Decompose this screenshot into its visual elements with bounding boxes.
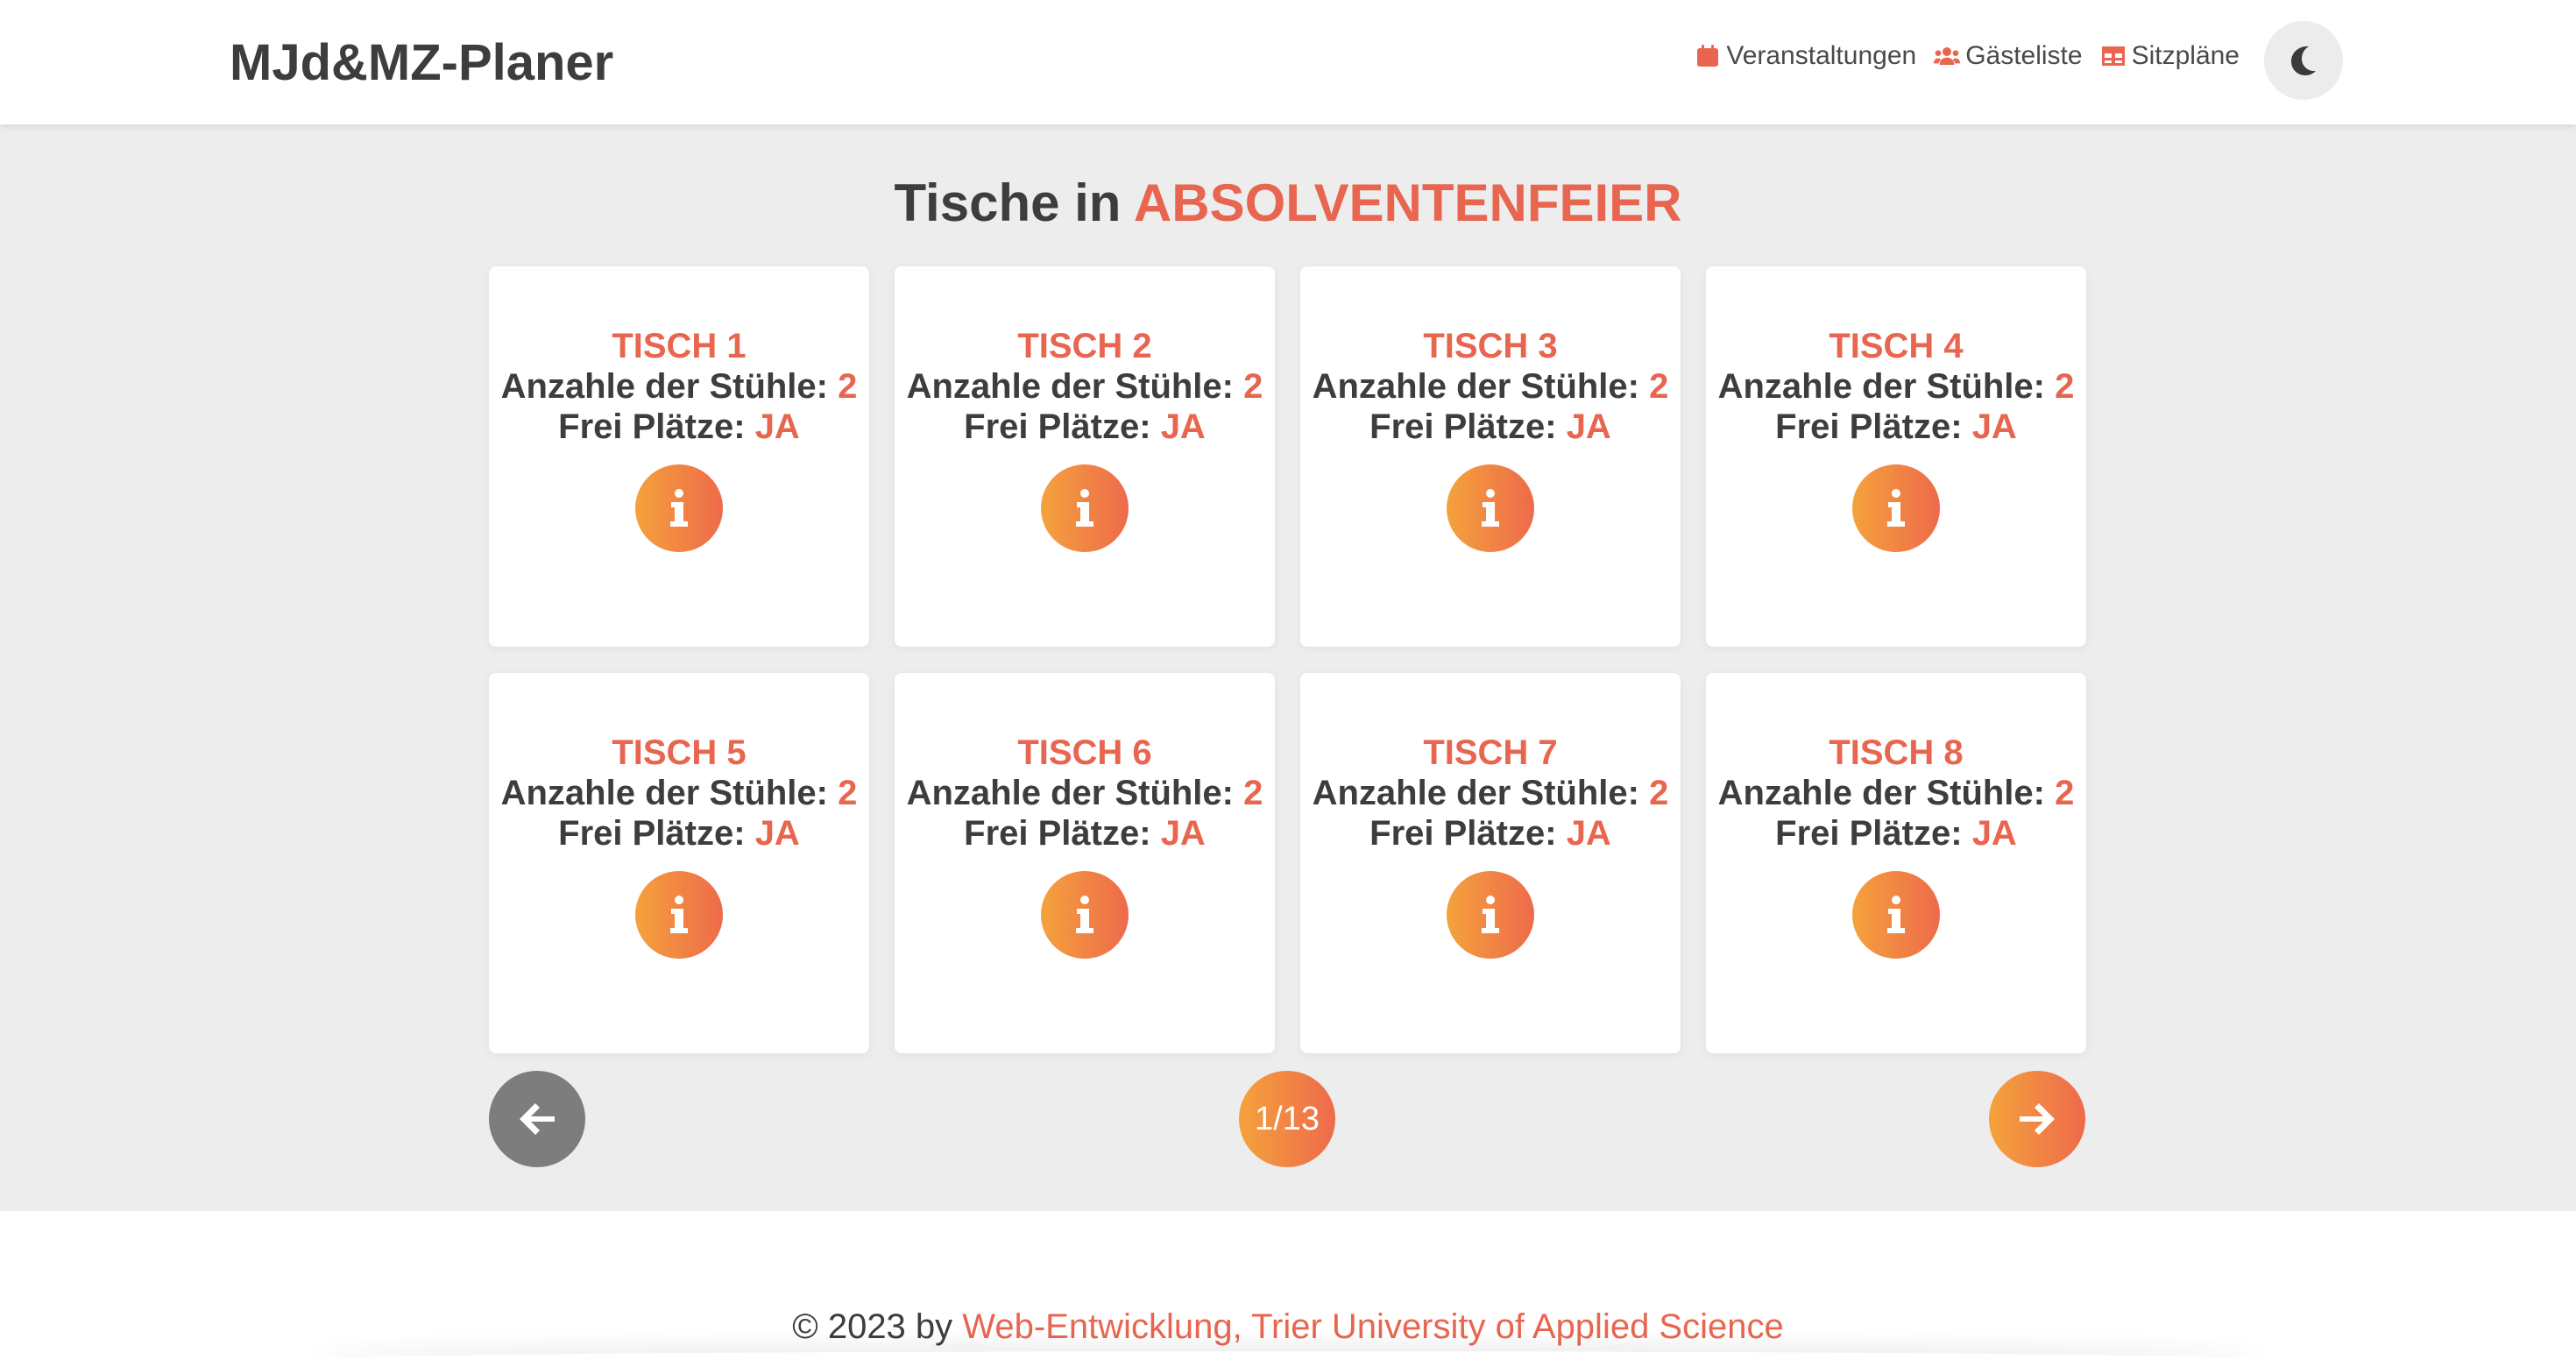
footer-copyright: © 2023 by Web-Entwicklung, Trier Univers… [0,1306,2576,1348]
free-seats-line: Frei Plätze: JA [558,407,800,446]
table-card-title: TISCH 5 [612,733,747,772]
table-info-button[interactable] [1852,464,1940,552]
free-seats-line: Frei Plätze: JA [1369,407,1611,446]
info-icon [1076,896,1093,933]
chairs-count-line: Anzahle der Stühle: 2 [500,774,858,812]
table-card: TISCH 3 Anzahle der Stühle: 2 Frei Plätz… [1300,266,1681,647]
page-title-event: ABSOLVENTENFEIER [1133,174,1682,232]
chairs-count-value: 2 [1649,367,1669,406]
table-card: TISCH 2 Anzahle der Stühle: 2 Frei Plätz… [895,266,1275,647]
nav-veranstaltungen-label: Veranstaltungen [1726,41,1917,70]
page-title-prefix: Tische in [894,174,1122,232]
table-card-title: TISCH 3 [1423,327,1558,365]
chairs-count-value: 2 [838,774,858,812]
table-info-button[interactable] [1447,464,1534,552]
table-info-button[interactable] [635,464,723,552]
table-card: TISCH 8 Anzahle der Stühle: 2 Frei Plätz… [1706,673,2086,1053]
arrow-left-icon [520,1103,555,1135]
chairs-count-value: 2 [1243,774,1263,812]
footer-link[interactable]: Web-Entwicklung, Trier University of App… [962,1307,1783,1346]
free-seats-value: JA [754,407,800,446]
calendar-icon [1697,45,1719,67]
free-seats-value: JA [1160,407,1206,446]
table-info-button[interactable] [1852,871,1940,959]
free-seats-line: Frei Plätze: JA [964,814,1206,853]
theme-toggle-button[interactable] [2264,21,2343,100]
chairs-count-line: Anzahle der Stühle: 2 [906,774,1263,812]
chairs-count-value: 2 [2055,774,2075,812]
users-icon [1934,47,1961,65]
chairs-count-line: Anzahle der Stühle: 2 [1717,774,2075,812]
free-seats-line: Frei Plätze: JA [964,407,1206,446]
free-seats-value: JA [1971,814,2017,853]
page-indicator: 1/13 [1239,1071,1335,1167]
brand-logo-text[interactable]: MJd&MZ-Planer [230,33,613,93]
info-icon [1482,896,1499,933]
chairs-count-line: Anzahle der Stühle: 2 [1717,367,2075,406]
table-info-button[interactable] [1041,464,1129,552]
chairs-count-value: 2 [1649,774,1669,812]
chairs-count-value: 2 [2055,367,2075,406]
nav-sitzplaene[interactable]: Sitzpläne [2100,41,2240,71]
info-icon [670,489,688,527]
chairs-count-line: Anzahle der Stühle: 2 [1312,367,1669,406]
free-seats-line: Frei Plätze: JA [1369,814,1611,853]
nav-veranstaltungen[interactable]: Veranstaltungen [1695,41,1916,71]
info-icon [1887,896,1905,933]
table-info-button[interactable] [1041,871,1129,959]
free-seats-line: Frei Plätze: JA [1775,814,2017,853]
free-seats-value: JA [1971,407,2017,446]
free-seats-value: JA [754,814,800,853]
table-info-button[interactable] [635,871,723,959]
info-icon [1482,489,1499,527]
free-seats-line: Frei Plätze: JA [1775,407,2017,446]
footer-prefix: © 2023 by [792,1307,953,1346]
chairs-count-line: Anzahle der Stühle: 2 [500,367,858,406]
table-card-grid: TISCH 1 Anzahle der Stühle: 2 Frei Plätz… [489,266,2086,1053]
chairs-count-line: Anzahle der Stühle: 2 [906,367,1263,406]
table-card-title: TISCH 7 [1423,733,1558,772]
info-icon [1887,489,1905,527]
chairs-count-value: 2 [1243,367,1263,406]
table-card-title: TISCH 1 [612,327,747,365]
page-footer: © 2023 by Web-Entwicklung, Trier Univers… [0,1211,2576,1360]
previous-page-button[interactable] [489,1071,585,1167]
page-title: Tische in ABSOLVENTENFEIER [0,172,2576,235]
free-seats-value: JA [1566,814,1611,853]
main-nav: Veranstaltungen Gästeliste Sitzpläne [1695,39,2240,74]
table-icon [2101,46,2125,66]
info-icon [670,896,688,933]
table-card: TISCH 1 Anzahle der Stühle: 2 Frei Plätz… [489,266,869,647]
table-card: TISCH 6 Anzahle der Stühle: 2 Frei Plätz… [895,673,1275,1053]
nav-gaesteliste-label: Gästeliste [1965,41,2083,70]
chairs-count-value: 2 [838,367,858,406]
table-card: TISCH 4 Anzahle der Stühle: 2 Frei Plätz… [1706,266,2086,647]
table-info-button[interactable] [1447,871,1534,959]
chairs-count-line: Anzahle der Stühle: 2 [1312,774,1669,812]
table-card-title: TISCH 6 [1017,733,1152,772]
table-card-title: TISCH 2 [1017,327,1152,365]
nav-sitzplaene-label: Sitzpläne [2131,41,2240,70]
free-seats-value: JA [1566,407,1611,446]
footer-divider [315,1351,2261,1360]
table-card-title: TISCH 8 [1829,733,1964,772]
top-navbar: MJd&MZ-Planer Veranstaltungen Gästeliste… [0,0,2576,124]
table-card-title: TISCH 4 [1829,327,1964,365]
free-seats-value: JA [1160,814,1206,853]
moon-icon [2291,46,2316,75]
arrow-right-icon [2020,1103,2055,1135]
table-card: TISCH 5 Anzahle der Stühle: 2 Frei Plätz… [489,673,869,1053]
info-icon [1076,489,1093,527]
table-card: TISCH 7 Anzahle der Stühle: 2 Frei Plätz… [1300,673,1681,1053]
next-page-button[interactable] [1989,1071,2085,1167]
nav-gaesteliste[interactable]: Gästeliste [1934,41,2083,71]
main-content: Tische in ABSOLVENTENFEIER TISCH 1 Anzah… [0,124,2576,1211]
free-seats-line: Frei Plätze: JA [558,814,800,853]
